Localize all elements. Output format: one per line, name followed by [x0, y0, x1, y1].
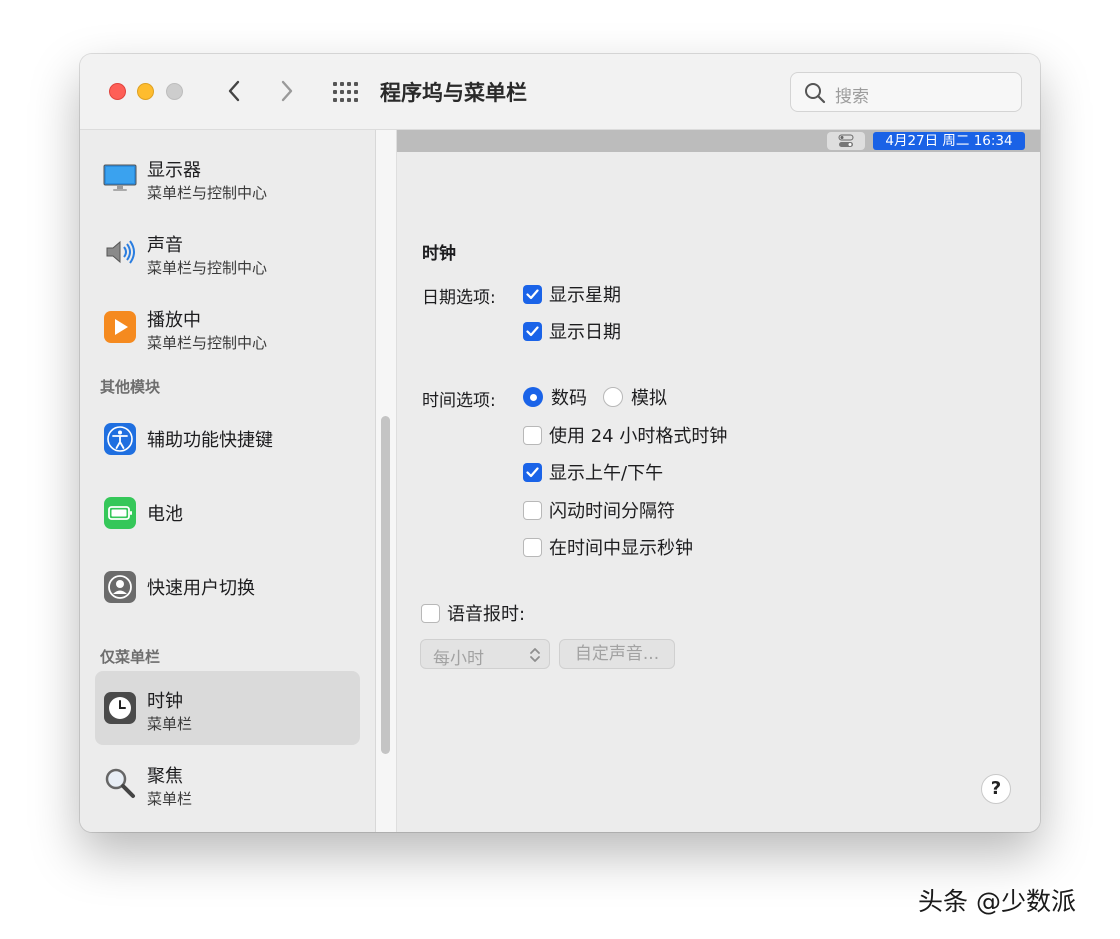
- show-date-checkbox[interactable]: 显示日期: [523, 320, 621, 342]
- sidebar-item-accessibility[interactable]: 辅助功能快捷键: [95, 402, 360, 476]
- sidebar-item-display[interactable]: 显示器 菜单栏与控制中心: [95, 140, 360, 214]
- time-options-label: 时间选项:: [422, 386, 496, 411]
- announce-interval-popup[interactable]: 每小时: [420, 639, 550, 669]
- sidebar-item-label: 电池: [147, 500, 183, 526]
- sidebar-item-now-playing[interactable]: 播放中 菜单栏与控制中心: [95, 290, 360, 364]
- sidebar-scrollbar[interactable]: [376, 130, 397, 832]
- sidebar-item-sublabel: 菜单栏与控制中心: [147, 182, 267, 203]
- sidebar-item-sublabel: 菜单栏与控制中心: [147, 257, 267, 278]
- sidebar-item-sublabel: 菜单栏: [147, 713, 192, 734]
- radio-unselected[interactable]: [603, 387, 623, 407]
- sidebar-item-clock[interactable]: 时钟 菜单栏: [95, 671, 360, 745]
- announce-time-checkbox[interactable]: 语音报时:: [421, 602, 525, 624]
- menubar-preview: 4月27日 周二 16:34: [397, 130, 1040, 152]
- flash-separators-checkbox[interactable]: 闪动时间分隔符: [523, 499, 675, 521]
- accessibility-icon: [103, 422, 137, 456]
- zoom-window-button[interactable]: [166, 83, 183, 100]
- analog-radio[interactable]: 模拟: [603, 386, 667, 408]
- sidebar-item-label: 快速用户切换: [147, 574, 255, 600]
- user-switch-icon: [103, 570, 137, 604]
- checkbox-label: 显示日期: [549, 318, 621, 344]
- checkbox-label: 显示上午/下午: [549, 459, 663, 485]
- checkbox-label: 语音报时:: [447, 600, 525, 626]
- title-bar: 程序坞与菜单栏 搜索: [80, 54, 1040, 130]
- sidebar-item-label: 播放中: [147, 306, 201, 332]
- back-button[interactable]: [219, 76, 249, 106]
- sidebar-section-menubar-only: 仅菜单栏: [100, 646, 160, 667]
- close-window-button[interactable]: [109, 83, 126, 100]
- checkbox-unchecked[interactable]: [523, 501, 542, 520]
- clock-icon: [103, 691, 137, 725]
- checkbox-label: 使用 24 小时格式时钟: [549, 422, 727, 448]
- sidebar-item-fast-user-switching[interactable]: 快速用户切换: [95, 550, 360, 624]
- show-seconds-checkbox[interactable]: 在时间中显示秒钟: [523, 536, 693, 558]
- up-down-chevron-icon: [529, 646, 541, 664]
- chevron-left-icon: [227, 79, 241, 103]
- show-all-grid-button[interactable]: [331, 81, 359, 103]
- section-title: 时钟: [422, 239, 456, 264]
- preferences-window: 程序坞与菜单栏 搜索 显示器 菜单栏与控制中心 声音 菜单栏与控制中心 播放中 …: [80, 54, 1040, 832]
- forward-button[interactable]: [272, 76, 302, 106]
- search-placeholder: 搜索: [835, 82, 869, 107]
- sidebar-item-sound[interactable]: 声音 菜单栏与控制中心: [95, 215, 360, 289]
- checkbox-unchecked[interactable]: [523, 426, 542, 445]
- clock-settings-pane: 4月27日 周二 16:34 时钟 日期选项: 显示星期 显示日期 时间选项: …: [397, 130, 1040, 832]
- sidebar-item-sublabel: 菜单栏与控制中心: [147, 332, 267, 353]
- checkbox-unchecked[interactable]: [421, 604, 440, 623]
- sidebar: 显示器 菜单栏与控制中心 声音 菜单栏与控制中心 播放中 菜单栏与控制中心 其他…: [80, 130, 376, 832]
- radio-label: 模拟: [631, 384, 667, 410]
- show-weekday-checkbox[interactable]: 显示星期: [523, 283, 621, 305]
- date-options-label: 日期选项:: [422, 283, 496, 308]
- popup-value: 每小时: [433, 644, 484, 669]
- checkbox-label: 在时间中显示秒钟: [549, 534, 693, 560]
- display-icon: [103, 160, 137, 194]
- checkbox-checked[interactable]: [523, 285, 542, 304]
- sidebar-item-label: 声音: [147, 231, 183, 257]
- show-ampm-checkbox[interactable]: 显示上午/下午: [523, 461, 663, 483]
- sidebar-item-sublabel: 菜单栏: [147, 788, 192, 809]
- sidebar-item-spotlight[interactable]: 聚焦 菜单栏: [95, 746, 360, 820]
- minimize-window-button[interactable]: [137, 83, 154, 100]
- sidebar-item-battery[interactable]: 电池: [95, 476, 360, 550]
- watermark: 头条 @少数派: [918, 882, 1076, 918]
- search-icon: [803, 81, 827, 105]
- now-playing-icon: [103, 310, 137, 344]
- radio-selected[interactable]: [523, 387, 543, 407]
- battery-icon: [103, 496, 137, 530]
- checkbox-checked[interactable]: [523, 322, 542, 341]
- sidebar-item-label: 显示器: [147, 156, 201, 182]
- speaker-icon: [103, 235, 137, 269]
- checkbox-unchecked[interactable]: [523, 538, 542, 557]
- chevron-right-icon: [280, 79, 294, 103]
- radio-label: 数码: [551, 384, 587, 410]
- help-button[interactable]: ?: [981, 774, 1011, 804]
- checkbox-label: 显示星期: [549, 281, 621, 307]
- spotlight-icon: [103, 766, 137, 800]
- search-field[interactable]: 搜索: [790, 72, 1022, 112]
- checkbox-checked[interactable]: [523, 463, 542, 482]
- sidebar-item-label: 辅助功能快捷键: [147, 426, 273, 452]
- menubar-clock-preview: 4月27日 周二 16:34: [873, 132, 1025, 150]
- scrollbar-thumb[interactable]: [381, 416, 390, 754]
- sidebar-item-label: 聚焦: [147, 762, 183, 788]
- custom-voice-button[interactable]: 自定声音...: [559, 639, 675, 669]
- control-center-icon: [827, 132, 865, 150]
- sidebar-section-other: 其他模块: [100, 376, 160, 397]
- use-24-hour-checkbox[interactable]: 使用 24 小时格式时钟: [523, 424, 727, 446]
- sidebar-item-label: 时钟: [147, 687, 183, 713]
- digital-radio[interactable]: 数码: [523, 386, 587, 408]
- checkbox-label: 闪动时间分隔符: [549, 497, 675, 523]
- window-title: 程序坞与菜单栏: [380, 77, 527, 107]
